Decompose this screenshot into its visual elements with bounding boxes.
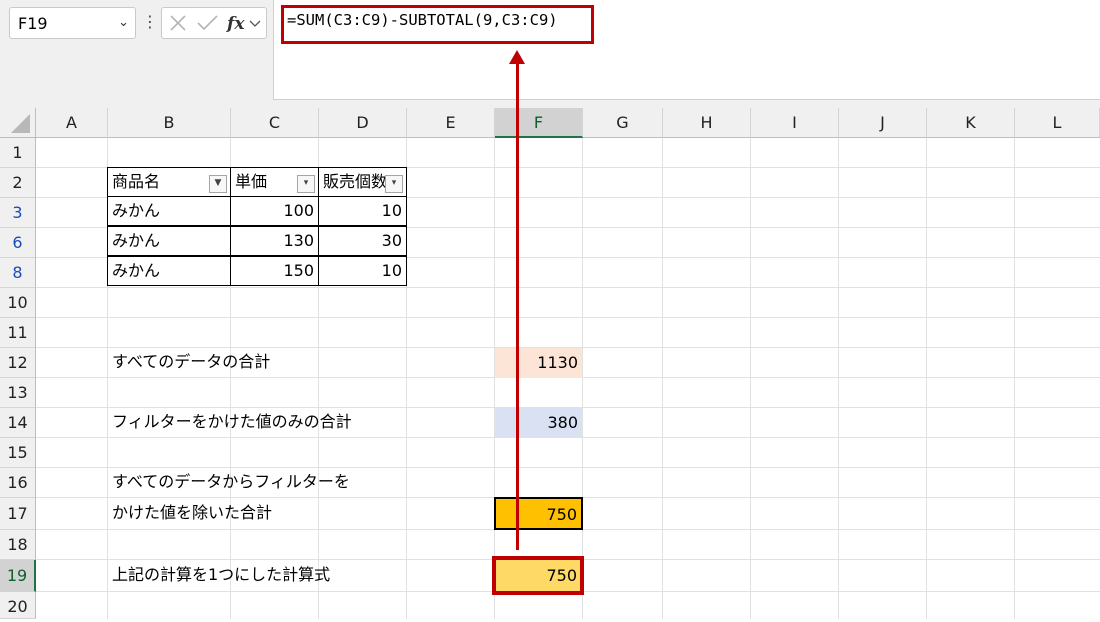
cell-b17-label[interactable]: かけた値を除いた合計 — [112, 498, 272, 528]
cell-f12-total[interactable]: 1130 — [495, 348, 582, 378]
row-header-12[interactable]: 12 — [0, 348, 36, 378]
annotation-arrow-line — [516, 60, 519, 550]
column-header-f[interactable]: F — [495, 108, 583, 138]
row-header-19[interactable]: 19 — [0, 560, 36, 592]
table-cell[interactable]: みかん — [107, 196, 231, 226]
table-cell[interactable]: 30 — [318, 226, 407, 256]
cell-b19-label[interactable]: 上記の計算を1つにした計算式 — [112, 560, 330, 590]
gridline — [750, 138, 751, 619]
column-header-d[interactable]: D — [319, 108, 407, 138]
cell-b12-label[interactable]: すべてのデータの合計 — [112, 347, 270, 377]
row-header-3[interactable]: 3 — [0, 198, 36, 228]
column-header-g[interactable]: G — [583, 108, 663, 138]
name-box-value: F19 — [18, 14, 48, 33]
gridline — [494, 138, 495, 619]
header-label: 単価 — [235, 172, 268, 191]
cell-f14-filtered-total[interactable]: 380 — [495, 408, 582, 438]
table-cell[interactable]: みかん — [107, 226, 231, 256]
header-label: 販売個数 — [323, 172, 388, 191]
table-cell[interactable]: 130 — [230, 226, 319, 256]
row-header-6[interactable]: 6 — [0, 228, 36, 258]
row-header-16[interactable]: 16 — [0, 468, 36, 498]
filter-dropdown-icon[interactable]: ▾ — [385, 175, 403, 193]
gridline — [36, 287, 1100, 288]
column-header-k[interactable]: K — [927, 108, 1015, 138]
formula-controls: fx — [161, 7, 267, 39]
column-header-a[interactable]: A — [36, 108, 108, 138]
gridline — [926, 138, 927, 619]
column-header-j[interactable]: J — [839, 108, 927, 138]
table-header-product: 商品名 ▼ — [107, 167, 231, 197]
row-header-2[interactable]: 2 — [0, 168, 36, 198]
column-header-e[interactable]: E — [407, 108, 495, 138]
header-label: 商品名 — [112, 172, 161, 191]
row-header-14[interactable]: 14 — [0, 408, 36, 438]
gridline — [582, 138, 583, 619]
row-header-18[interactable]: 18 — [0, 530, 36, 560]
table-cell[interactable]: 150 — [230, 256, 319, 286]
check-icon[interactable] — [197, 15, 218, 31]
gridline — [1014, 138, 1015, 619]
column-header-l[interactable]: L — [1015, 108, 1100, 138]
formula-highlight-box — [281, 5, 594, 44]
chevron-down-icon[interactable]: ⌄ — [118, 15, 129, 30]
cell-b14-label[interactable]: フィルターをかけた値のみの合計 — [112, 407, 352, 437]
row-header-15[interactable]: 15 — [0, 438, 36, 468]
table-cell[interactable]: 100 — [230, 196, 319, 226]
name-box[interactable]: F19 ⌄ — [9, 7, 136, 39]
gridline — [662, 138, 663, 619]
row-header-1[interactable]: 1 — [0, 138, 36, 168]
row-header-11[interactable]: 11 — [0, 318, 36, 348]
cell-b16-label[interactable]: すべてのデータからフィルターを — [112, 467, 350, 497]
more-options-icon[interactable]: ⋮ — [142, 12, 158, 32]
column-header-i[interactable]: I — [751, 108, 839, 138]
active-cell-highlight-box — [492, 556, 584, 595]
annotation-arrowhead — [509, 50, 525, 64]
table-header-quantity: 販売個数 ▾ — [318, 167, 407, 197]
row-header-20[interactable]: 20 — [0, 592, 36, 619]
column-header-c[interactable]: C — [231, 108, 319, 138]
column-header-h[interactable]: H — [663, 108, 751, 138]
fx-icon[interactable]: fx — [226, 14, 245, 34]
filter-dropdown-icon[interactable]: ▾ — [297, 175, 315, 193]
row-header-10[interactable]: 10 — [0, 288, 36, 318]
table-header-price: 単価 ▾ — [230, 167, 319, 197]
cancel-x-icon[interactable] — [170, 15, 186, 31]
row-header-8[interactable]: 8 — [0, 258, 36, 288]
table-cell[interactable]: 10 — [318, 256, 407, 286]
column-header-b[interactable]: B — [108, 108, 231, 138]
gridline — [838, 138, 839, 619]
table-cell[interactable]: みかん — [107, 256, 231, 286]
gridline — [36, 317, 1100, 318]
cell-f17-difference[interactable]: 750 — [494, 497, 583, 530]
expand-chevron-icon[interactable] — [249, 20, 261, 27]
filter-active-icon[interactable]: ▼ — [209, 175, 227, 193]
row-header-13[interactable]: 13 — [0, 378, 36, 408]
select-all-corner[interactable] — [0, 108, 36, 138]
table-cell[interactable]: 10 — [318, 196, 407, 226]
row-header-17[interactable]: 17 — [0, 498, 36, 530]
